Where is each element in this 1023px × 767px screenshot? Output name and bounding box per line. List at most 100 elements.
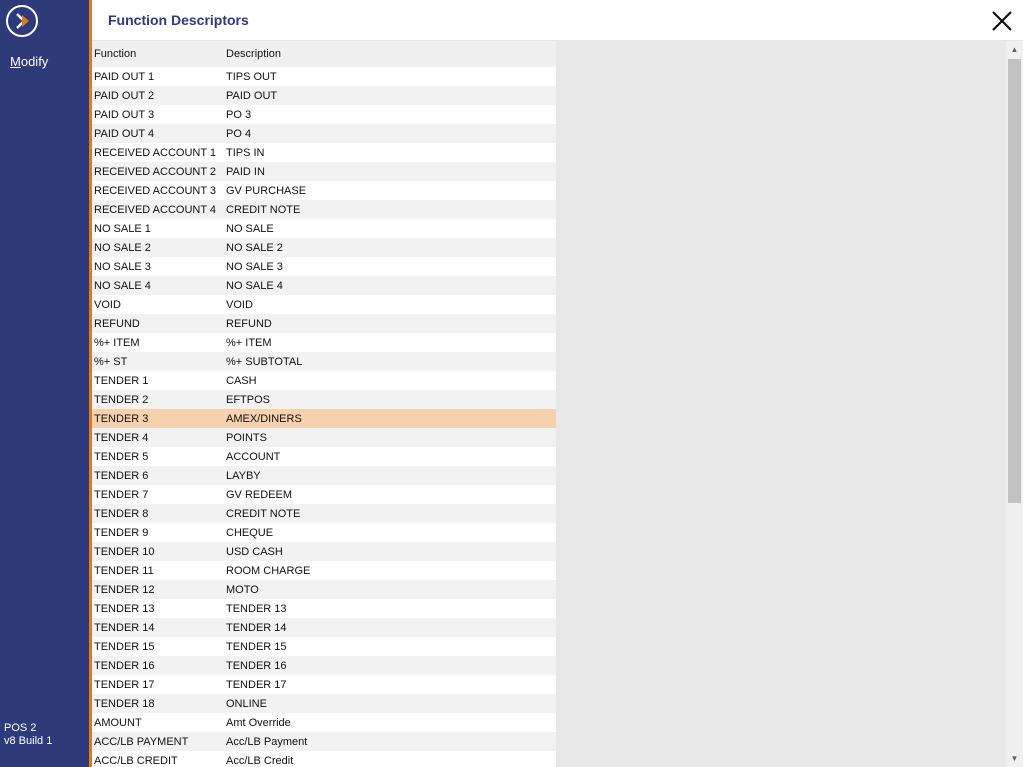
table-row[interactable]: AMOUNT Amt Override (92, 713, 556, 732)
table-row[interactable]: PAID OUT 2 PAID OUT (92, 86, 556, 105)
cell-description: MOTO (226, 583, 259, 596)
cell-description: ONLINE (226, 697, 267, 710)
table-row[interactable]: %+ ST %+ SUBTOTAL (92, 352, 556, 371)
table-row[interactable]: ACC/LB PAYMENT Acc/LB Payment (92, 732, 556, 751)
table-row[interactable]: TENDER 6 LAYBY (92, 466, 556, 485)
cell-function: AMOUNT (94, 716, 142, 729)
cell-function: PAID OUT 1 (94, 70, 155, 83)
cell-description: GV REDEEM (226, 488, 293, 501)
table-row[interactable]: RECEIVED ACCOUNT 2 PAID IN (92, 162, 556, 181)
cell-description: EFTPOS (226, 393, 271, 406)
cell-description: PO 3 (226, 108, 252, 121)
table-row[interactable]: VOID VOID (92, 295, 556, 314)
table-row[interactable]: %+ ITEM %+ ITEM (92, 333, 556, 352)
table-row[interactable]: TENDER 10 USD CASH (92, 542, 556, 561)
table-row[interactable]: TENDER 16 TENDER 16 (92, 656, 556, 675)
table-row[interactable]: NO SALE 3 NO SALE 3 (92, 257, 556, 276)
cell-function: TENDER 13 (94, 602, 155, 615)
app-logo-icon[interactable] (6, 5, 38, 37)
cell-function: TENDER 2 (94, 393, 149, 406)
table-row[interactable]: RECEIVED ACCOUNT 1 TIPS IN (92, 143, 556, 162)
cell-function: ACC/LB CREDIT (94, 754, 178, 767)
cell-description: TENDER 17 (226, 678, 287, 691)
cell-description: TENDER 14 (226, 621, 287, 634)
table-row[interactable]: RECEIVED ACCOUNT 4 CREDIT NOTE (92, 200, 556, 219)
table-row[interactable]: TENDER 8 CREDIT NOTE (92, 504, 556, 523)
table-row[interactable]: TENDER 13 TENDER 13 (92, 599, 556, 618)
cell-description: CASH (226, 374, 257, 387)
cell-description: CREDIT NOTE (226, 203, 301, 216)
table-row[interactable]: NO SALE 1 NO SALE (92, 219, 556, 238)
cell-function: PAID OUT 2 (94, 89, 155, 102)
sidebar: Modify POS 2 v8 Build 1 (0, 0, 89, 767)
cell-description: NO SALE 2 (226, 241, 283, 254)
cell-description: ACCOUNT (226, 450, 281, 463)
modify-button[interactable]: Modify (10, 54, 48, 69)
cell-description: NO SALE 4 (226, 279, 283, 292)
cell-function: TENDER 15 (94, 640, 155, 653)
table-row[interactable]: RECEIVED ACCOUNT 3 GV PURCHASE (92, 181, 556, 200)
table-row[interactable]: PAID OUT 3 PO 3 (92, 105, 556, 124)
cell-function: ACC/LB PAYMENT (94, 735, 189, 748)
cell-description: Amt Override (226, 716, 291, 729)
chevron-down-icon[interactable]: ▼ (1006, 750, 1023, 767)
table-row[interactable]: NO SALE 2 NO SALE 2 (92, 238, 556, 257)
cell-function: VOID (94, 298, 121, 311)
table-row[interactable]: TENDER 18 ONLINE (92, 694, 556, 713)
table-row[interactable]: TENDER 15 TENDER 15 (92, 637, 556, 656)
cell-function: TENDER 18 (94, 697, 155, 710)
cell-description: USD CASH (226, 545, 283, 558)
cell-description: ROOM CHARGE (226, 564, 311, 577)
version-info: POS 2 v8 Build 1 (4, 722, 52, 748)
table-row[interactable]: PAID OUT 4 PO 4 (92, 124, 556, 143)
table-row[interactable]: TENDER 4 POINTS (92, 428, 556, 447)
cell-description: PAID IN (226, 165, 265, 178)
cell-description: REFUND (226, 317, 272, 330)
table-row[interactable]: TENDER 2 EFTPOS (92, 390, 556, 409)
cell-function: TENDER 10 (94, 545, 155, 558)
close-icon[interactable] (990, 9, 1014, 33)
column-header-function[interactable]: Function (92, 48, 224, 60)
cell-description: TIPS OUT (226, 70, 277, 83)
cell-function: NO SALE 2 (94, 241, 151, 254)
cell-function: TENDER 7 (94, 488, 149, 501)
vertical-scrollbar[interactable]: ▲ ▼ (1006, 41, 1023, 767)
cell-description: POINTS (226, 431, 267, 444)
cell-function: TENDER 5 (94, 450, 149, 463)
table-row[interactable]: TENDER 1 CASH (92, 371, 556, 390)
cell-function: TENDER 9 (94, 526, 149, 539)
cell-description: TENDER 16 (226, 659, 287, 672)
table-row[interactable]: TENDER 14 TENDER 14 (92, 618, 556, 637)
cell-description: GV PURCHASE (226, 184, 307, 197)
table-row[interactable]: TENDER 5 ACCOUNT (92, 447, 556, 466)
cell-description: NO SALE 3 (226, 260, 283, 273)
cell-function: PAID OUT 3 (94, 108, 155, 121)
table-row[interactable]: ACC/LB CREDIT Acc/LB Credit (92, 751, 556, 767)
table-row[interactable]: TENDER 12 MOTO (92, 580, 556, 599)
chevron-up-icon[interactable]: ▲ (1006, 41, 1023, 58)
cell-function: TENDER 14 (94, 621, 155, 634)
table-row[interactable]: TENDER 7 GV REDEEM (92, 485, 556, 504)
table-row[interactable]: TENDER 9 CHEQUE (92, 523, 556, 542)
modify-mnemonic: M (10, 54, 21, 69)
cell-description: PAID OUT (226, 89, 278, 102)
table-row[interactable]: REFUND REFUND (92, 314, 556, 333)
table-row[interactable]: TENDER 17 TENDER 17 (92, 675, 556, 694)
table-row[interactable]: PAID OUT 1 TIPS OUT (92, 67, 556, 86)
column-header-description[interactable]: Description (224, 48, 556, 60)
cell-function: RECEIVED ACCOUNT 3 (94, 184, 217, 197)
grid-header-row: Function Description (92, 41, 556, 67)
table-row[interactable]: NO SALE 4 NO SALE 4 (92, 276, 556, 295)
modify-rest: odify (20, 54, 49, 69)
cell-description: CREDIT NOTE (226, 507, 301, 520)
cell-function: RECEIVED ACCOUNT 4 (94, 203, 217, 216)
table-row[interactable]: TENDER 11 ROOM CHARGE (92, 561, 556, 580)
table-row[interactable]: TENDER 3 AMEX/DINERS (92, 409, 556, 428)
cell-function: %+ ITEM (94, 336, 140, 349)
cell-description: CHEQUE (226, 526, 274, 539)
cell-description: TIPS IN (226, 146, 265, 159)
cell-function: TENDER 12 (94, 583, 155, 596)
scrollbar-thumb[interactable] (1008, 59, 1021, 503)
cell-description: AMEX/DINERS (226, 412, 302, 425)
header: Function Descriptors (92, 0, 1023, 41)
